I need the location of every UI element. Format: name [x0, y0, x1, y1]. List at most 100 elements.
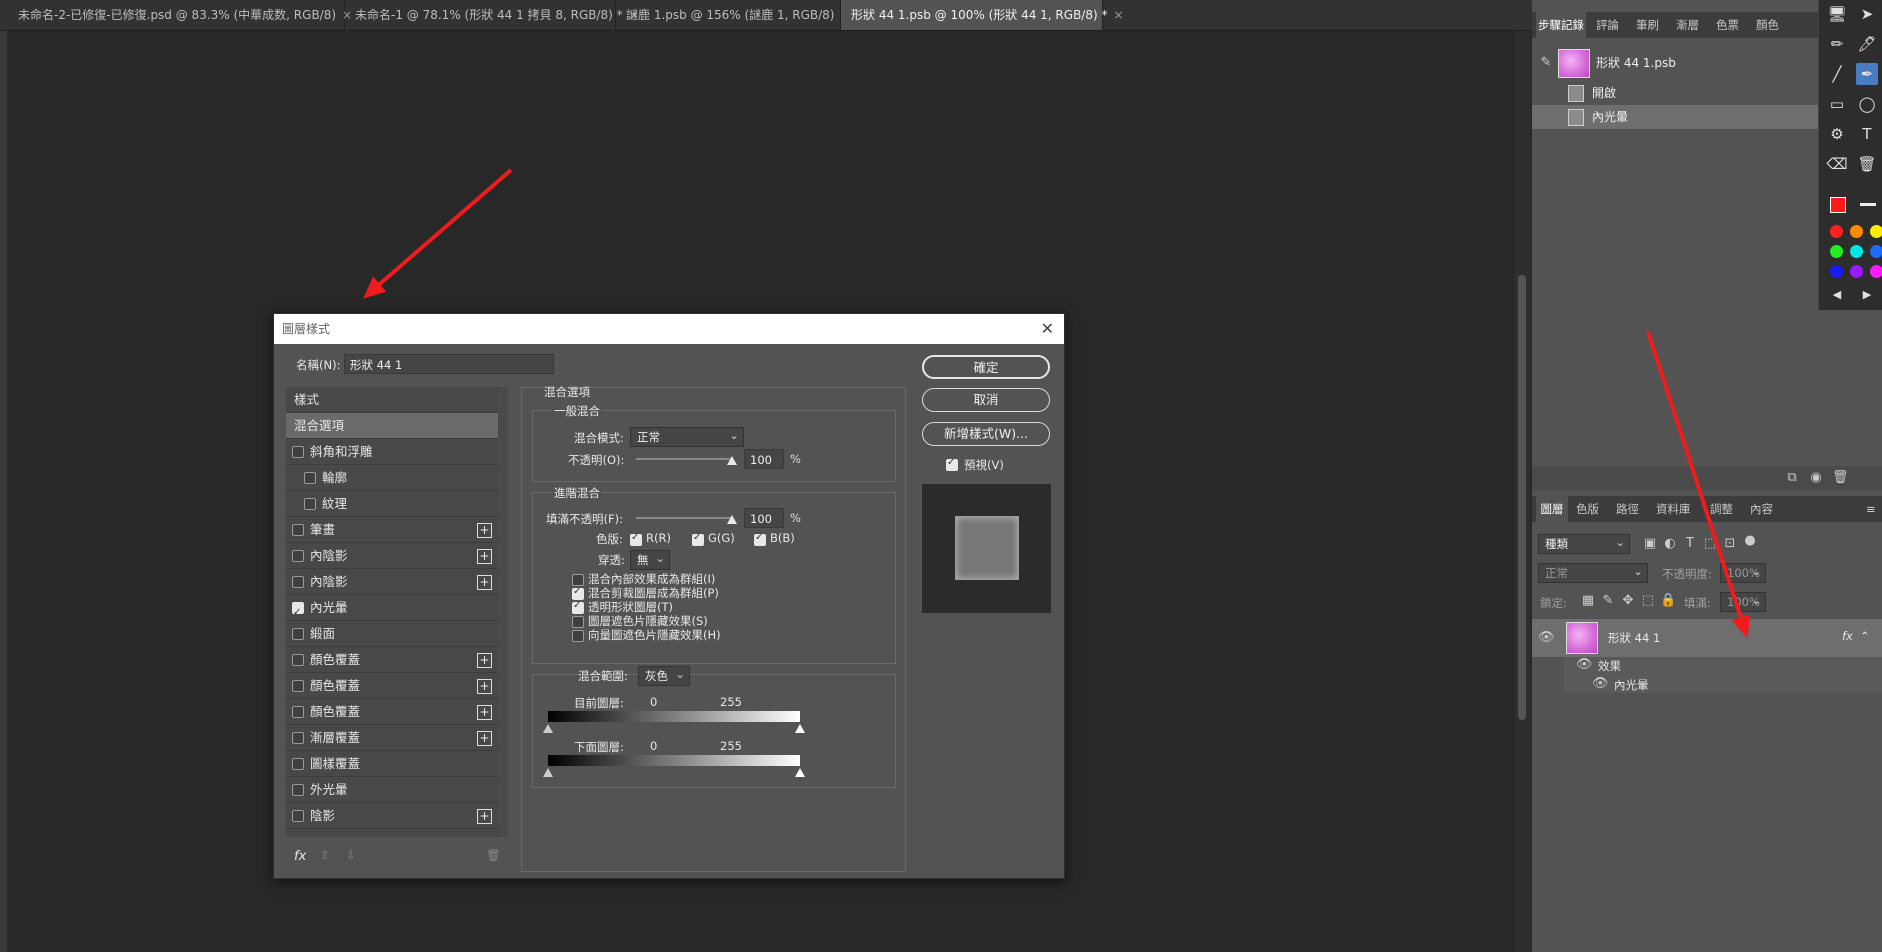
effects-eye-icon[interactable]: 👁	[1576, 657, 1593, 673]
style-checkbox[interactable]	[292, 706, 304, 718]
current-color-swatch[interactable]	[1830, 197, 1846, 213]
panel-menu-icon[interactable]: ≡	[1866, 496, 1876, 522]
underlying-white-knob[interactable]	[795, 768, 805, 777]
tab-libraries[interactable]: 資料庫	[1656, 496, 1691, 522]
lock-all-icon[interactable]: 🔒	[1660, 593, 1676, 609]
layer-row[interactable]: 👁 形狀 44 1 fx ⌃	[1532, 619, 1882, 657]
style-item[interactable]: 顏色覆蓋 +	[286, 647, 498, 673]
ellipse-icon[interactable]: ◯	[1856, 93, 1878, 115]
trash-icon[interactable]: 🗑	[1832, 470, 1849, 486]
style-list-scrollbar[interactable]	[498, 387, 508, 837]
this-layer-black-knob[interactable]	[543, 724, 553, 733]
doc-tab-2[interactable]: 未命名-1 @ 78.1% (形狀 44 1 拷貝 8, RGB/8) * ×	[345, 0, 639, 30]
filter-smart-object-icon[interactable]: ⊡	[1722, 536, 1738, 552]
lock-transparent-icon[interactable]: ▦	[1580, 593, 1596, 609]
scrollbar-thumb[interactable]	[1518, 275, 1526, 720]
camera-icon[interactable]: ◉	[1808, 470, 1824, 486]
opacity-input[interactable]: 100	[744, 449, 784, 469]
style-checkbox[interactable]	[292, 576, 304, 588]
doc-tab-3[interactable]: 謎鹿 1.psb @ 156% (謎鹿 1, RGB/8)×	[616, 0, 851, 30]
style-checkbox[interactable]	[292, 810, 304, 822]
pencil-icon[interactable]: ✏	[1826, 33, 1848, 55]
filter-adjustment-icon[interactable]: ◐	[1662, 536, 1678, 552]
add-effect-plus-icon[interactable]: +	[477, 575, 492, 590]
blend-option-checkbox[interactable]	[572, 600, 584, 614]
eraser-icon[interactable]: ⌫	[1826, 153, 1848, 175]
style-checkbox[interactable]	[292, 600, 304, 626]
lock-position-icon[interactable]: ✥	[1620, 593, 1636, 609]
swatch-orange[interactable]	[1850, 225, 1863, 238]
effect-item-label[interactable]: 內光暈	[1614, 677, 1649, 693]
new-style-button[interactable]: 新增樣式(W)...	[922, 422, 1050, 446]
opacity-slider-track[interactable]	[636, 458, 732, 460]
style-item[interactable]: 筆畫 +	[286, 517, 498, 543]
doc-tab-4-active[interactable]: 形狀 44 1.psb @ 100% (形狀 44 1, RGB/8) * ×	[841, 0, 1124, 30]
blend-option-checkbox[interactable]	[572, 586, 584, 600]
doc-tab-1[interactable]: 未命名-2-已修復-已修復.psd @ 83.3% (中華成数, RGB/8) ×	[8, 0, 352, 30]
this-layer-white-knob[interactable]	[795, 724, 805, 733]
lock-image-icon[interactable]: ✎	[1600, 593, 1616, 609]
style-item[interactable]: 內陰影 +	[286, 543, 498, 569]
swatch-purple[interactable]	[1850, 265, 1863, 278]
channel-g-checkbox[interactable]	[692, 532, 704, 546]
tab-brushes[interactable]: 筆刷	[1636, 12, 1659, 38]
tab-paths[interactable]: 路徑	[1616, 496, 1639, 522]
line-icon[interactable]: ╱	[1826, 63, 1848, 85]
close-icon[interactable]: ✕	[1041, 314, 1054, 344]
style-name-input[interactable]: 形狀 44 1	[344, 354, 554, 374]
style-checkbox[interactable]	[292, 524, 304, 536]
add-style-fx-icon[interactable]: fx	[294, 849, 306, 864]
ok-button[interactable]: 確定	[922, 355, 1050, 379]
move-up-icon[interactable]: ⇧	[320, 848, 330, 862]
tab-properties[interactable]: 內容	[1750, 496, 1773, 522]
style-item[interactable]: 陰影 +	[286, 803, 498, 829]
style-checkbox[interactable]	[292, 784, 304, 796]
pen-icon[interactable]: ✒	[1856, 63, 1878, 85]
swatch-green[interactable]	[1830, 245, 1843, 258]
add-effect-plus-icon[interactable]: +	[477, 549, 492, 564]
style-item[interactable]: 緞面	[286, 621, 498, 647]
tab-channels[interactable]: 色版	[1576, 496, 1599, 522]
swatch-red[interactable]	[1830, 225, 1843, 238]
layer-blend-mode-select[interactable]: 正常	[1538, 562, 1648, 583]
new-document-from-state-icon[interactable]: ⧉	[1784, 470, 1800, 486]
triangle-right-icon[interactable]: ▶	[1856, 287, 1878, 303]
style-item[interactable]: 圖樣覆蓋	[286, 751, 498, 777]
add-effect-plus-icon[interactable]: +	[477, 731, 492, 746]
triangle-left-icon[interactable]: ◀	[1826, 287, 1848, 303]
add-effect-plus-icon[interactable]: +	[477, 523, 492, 538]
add-effect-plus-icon[interactable]: +	[477, 653, 492, 668]
filter-toggle-icon[interactable]: ●	[1742, 533, 1758, 549]
fill-opacity-slider-track[interactable]	[636, 517, 732, 519]
add-effect-plus-icon[interactable]: +	[477, 809, 492, 824]
swatch-cyan[interactable]	[1850, 245, 1863, 258]
add-effect-plus-icon[interactable]: +	[477, 705, 492, 720]
blend-option-checkbox[interactable]	[572, 630, 584, 642]
style-item[interactable]: 內陰影 +	[286, 569, 498, 595]
fill-opacity-input[interactable]: 100	[744, 508, 784, 528]
tab-adjustments[interactable]: 調整	[1710, 496, 1733, 522]
cancel-button[interactable]: 取消	[922, 388, 1050, 412]
filter-pixel-icon[interactable]: ▣	[1642, 536, 1658, 552]
style-item[interactable]: 漸層覆蓋 +	[286, 725, 498, 751]
stroke-width-indicator[interactable]	[1860, 203, 1876, 206]
fill-opacity-slider-knob[interactable]	[727, 515, 737, 524]
swatch-blue[interactable]	[1870, 245, 1882, 258]
underlying-gradient[interactable]	[548, 755, 800, 766]
tab-gradients[interactable]: 漸層	[1676, 12, 1699, 38]
blend-option-checkbox[interactable]	[572, 616, 584, 628]
swatch-deep-blue[interactable]	[1830, 265, 1843, 278]
style-checkbox[interactable]	[292, 680, 304, 692]
lock-artboard-icon[interactable]: ⬚	[1640, 593, 1656, 609]
rectangle-icon[interactable]: ▭	[1826, 93, 1848, 115]
eye-icon[interactable]: 👁	[1538, 630, 1555, 646]
add-effect-plus-icon[interactable]: +	[477, 679, 492, 694]
styles-header[interactable]: 樣式	[286, 387, 498, 413]
blend-if-select[interactable]: 灰色	[638, 665, 690, 686]
tab-comments[interactable]: 評論	[1596, 12, 1619, 38]
style-item[interactable]: 紋理	[286, 491, 498, 517]
underlying-black-knob[interactable]	[543, 768, 553, 777]
tab-history[interactable]: 步驟記錄	[1536, 12, 1586, 38]
style-checkbox[interactable]	[292, 654, 304, 666]
effect-eye-icon[interactable]: 👁	[1592, 676, 1609, 692]
